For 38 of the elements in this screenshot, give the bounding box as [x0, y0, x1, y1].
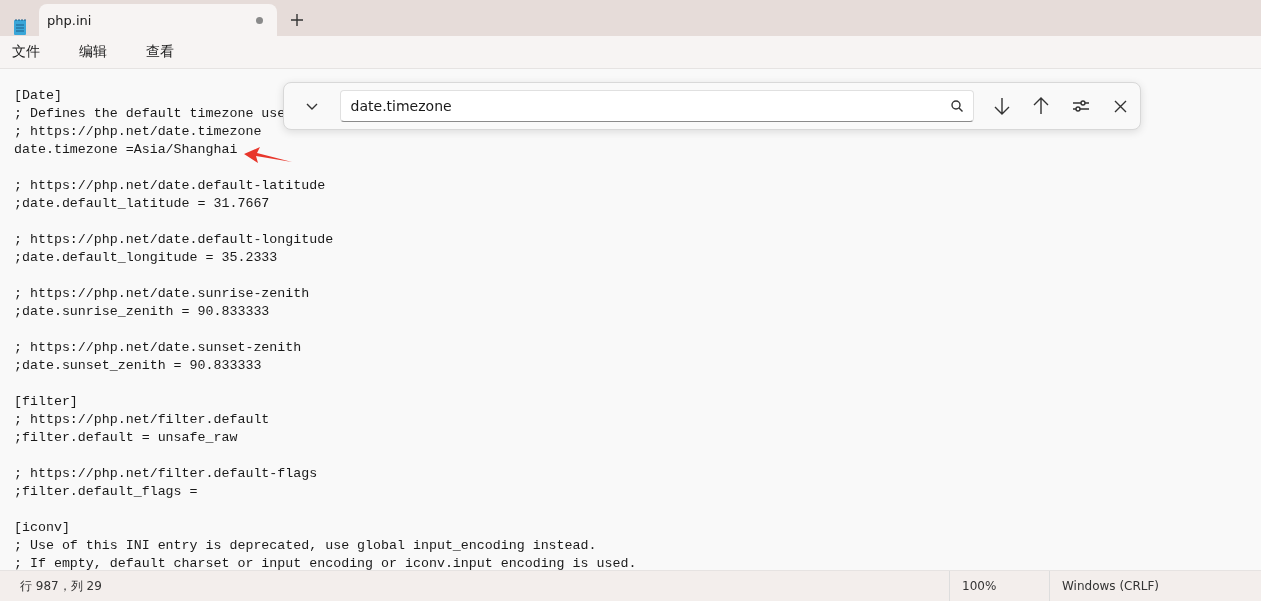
- code-line: ;date.sunrise_zenith = 90.833333: [14, 303, 270, 321]
- code-line: ;date.default_longitude = 35.2333: [14, 249, 278, 267]
- code-line: ; https://php.net/date.default-latitude: [14, 177, 326, 195]
- notepad-icon: [13, 18, 27, 36]
- code-line: ; https://php.net/date.default-longitude: [14, 231, 334, 249]
- line-ending: Windows (CRLF): [1062, 579, 1160, 593]
- code-line: ;filter.default_flags =: [14, 483, 198, 501]
- code-line: ;date.sunset_zenith = 90.833333: [14, 357, 262, 375]
- arrow-up-icon: [1033, 97, 1050, 115]
- menu-item[interactable]: 文件: [4, 39, 48, 65]
- code-line: date.timezone =Asia/Shanghai: [14, 141, 238, 159]
- code-line: [filter]: [14, 393, 78, 411]
- code-line: ; Use of this INI entry is deprecated, use global input_encoding instead.: [14, 537, 597, 555]
- arrow-down-icon: [993, 97, 1010, 115]
- arrow-annotation: [244, 146, 292, 164]
- code-line: ; https://php.net/date.timezone: [14, 123, 262, 141]
- code-line: ; https://php.net/date.sunrise-zenith: [14, 285, 310, 303]
- zoom-level: 100%: [962, 579, 997, 593]
- close-icon: [1113, 99, 1127, 113]
- code-line: ;filter.default = unsafe_raw: [14, 429, 238, 447]
- code-line: ; If empty, default charset or input encoding or iconv.input encoding is used.: [14, 555, 637, 570]
- tab-title: php.ini: [47, 12, 92, 28]
- code-line: ; https://php.net/filter.default: [14, 411, 270, 429]
- search-icon: [950, 100, 963, 112]
- code-line: ; https://php.net/date.sunset-zenith: [14, 339, 302, 357]
- sliders-icon: [1071, 99, 1090, 113]
- plus-icon: [291, 14, 303, 26]
- search-box[interactable]: date.timezone: [339, 90, 974, 122]
- chevron-down-icon: [305, 102, 318, 110]
- menu-item[interactable]: 查看: [138, 39, 182, 65]
- code-line: ; https://php.net/filter.default-flags: [14, 465, 318, 483]
- menu-item[interactable]: 编辑: [71, 39, 115, 65]
- code-line: [iconv]: [14, 519, 70, 537]
- file-tab[interactable]: php.ini: [39, 4, 277, 36]
- code-line: ;date.default_latitude = 31.7667: [14, 195, 270, 213]
- code-line: [Date]: [14, 87, 62, 105]
- find-field[interactable]: date.timezone: [350, 98, 951, 114]
- cursor-position: 行 987，列 29: [20, 577, 103, 595]
